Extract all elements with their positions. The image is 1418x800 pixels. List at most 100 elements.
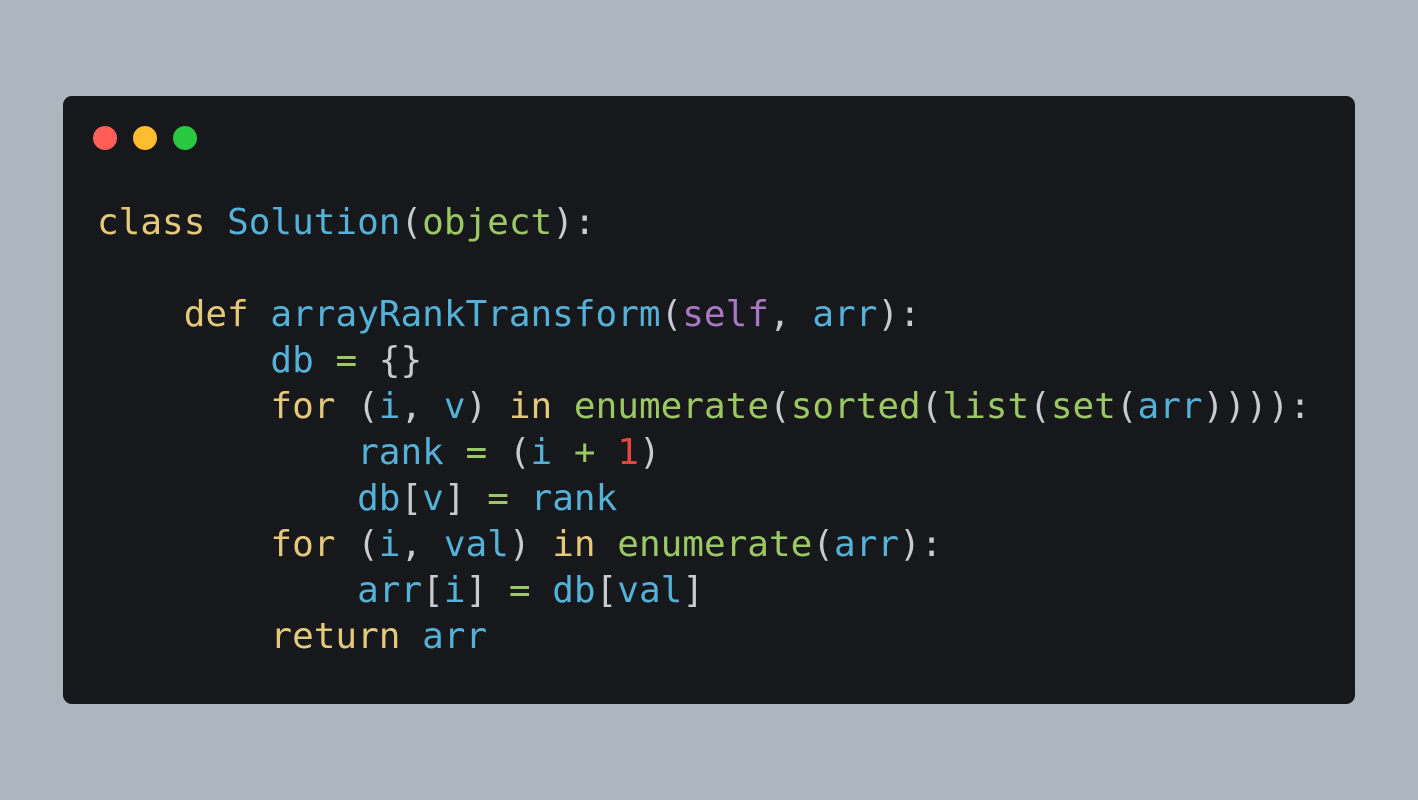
code-token: (	[487, 432, 531, 473]
code-line: for (i, v) in enumerate(sorted(list(set(…	[97, 384, 1311, 430]
code-token: ,	[768, 294, 813, 335]
code-token: )	[508, 524, 553, 565]
code-token: return	[270, 616, 401, 657]
code-token: v	[443, 386, 466, 427]
code-token: i	[530, 432, 553, 473]
code-token: sorted	[790, 386, 921, 427]
code-line: rank = (i + 1)	[97, 430, 1311, 476]
code-token: class	[97, 202, 206, 243]
code-token: ,	[400, 386, 444, 427]
code-token: =	[487, 478, 509, 519]
code-token: [	[422, 570, 444, 611]
code-token: def	[183, 294, 249, 335]
code-token: i	[378, 386, 401, 427]
code-token: i	[443, 570, 466, 611]
code-token: (	[1115, 386, 1138, 427]
code-token: v	[422, 478, 444, 519]
code-token: (	[335, 524, 379, 565]
code-token: enumerate	[617, 524, 813, 565]
code-line: for (i, val) in enumerate(arr):	[97, 522, 1311, 568]
code-token: arr	[812, 294, 878, 335]
code-token: arrayRankTransform	[270, 294, 661, 335]
code-token: for	[270, 386, 336, 427]
code-token: set	[1050, 386, 1116, 427]
code-token: )))):	[1202, 386, 1311, 427]
code-token: =	[335, 340, 358, 381]
code-token: Solution	[227, 202, 401, 243]
minimize-button[interactable]	[133, 126, 157, 150]
code-line: return arr	[97, 614, 1311, 660]
code-token: val	[443, 524, 509, 565]
code-token: arr	[357, 570, 423, 611]
code-token: ]	[682, 570, 704, 611]
code-token: (	[1029, 386, 1051, 427]
code-token: ):	[552, 202, 596, 243]
maximize-button[interactable]	[173, 126, 197, 150]
code-token: ]	[465, 570, 509, 611]
code-token: =	[465, 432, 488, 473]
code-token: [	[595, 570, 618, 611]
code-token: self	[682, 294, 769, 335]
code-token: for	[270, 524, 336, 565]
code-token: {}	[357, 340, 423, 381]
code-token: ,	[400, 524, 444, 565]
code-block: class Solution(object): def arrayRankTra…	[97, 200, 1311, 660]
code-token: (	[920, 386, 943, 427]
code-token: +	[573, 432, 596, 473]
code-token: val	[617, 570, 683, 611]
code-token: list	[942, 386, 1030, 427]
code-line: arr[i] = db[val]	[97, 568, 1311, 614]
code-token: 1	[617, 432, 639, 473]
code-token: ]	[443, 478, 488, 519]
code-line: class Solution(object):	[97, 200, 1311, 246]
code-token: rank	[530, 478, 618, 519]
code-token: db	[270, 340, 314, 381]
code-token: in	[508, 386, 553, 427]
code-token: (	[769, 386, 791, 427]
close-button[interactable]	[93, 126, 117, 150]
code-window: class Solution(object): def arrayRankTra…	[63, 96, 1355, 704]
code-token: arr	[834, 524, 900, 565]
code-token: db	[357, 478, 401, 519]
code-token: arr	[1137, 386, 1203, 427]
code-token: [	[400, 478, 423, 519]
code-token: enumerate	[573, 386, 769, 427]
code-token: in	[552, 524, 596, 565]
code-token: i	[378, 524, 401, 565]
code-token: (	[335, 386, 379, 427]
code-token: (	[400, 202, 423, 243]
code-token: rank	[357, 432, 444, 473]
code-token: db	[552, 570, 596, 611]
code-token: (	[812, 524, 835, 565]
code-token: )	[638, 432, 661, 473]
code-token: ):	[899, 524, 943, 565]
code-line: db = {}	[97, 338, 1311, 384]
code-token: object	[422, 202, 553, 243]
code-token: )	[465, 386, 509, 427]
code-token: (	[660, 294, 683, 335]
code-token: arr	[422, 616, 488, 657]
code-line: def arrayRankTransform(self, arr):	[97, 292, 1311, 338]
code-token: =	[508, 570, 531, 611]
code-token: ):	[877, 294, 921, 335]
